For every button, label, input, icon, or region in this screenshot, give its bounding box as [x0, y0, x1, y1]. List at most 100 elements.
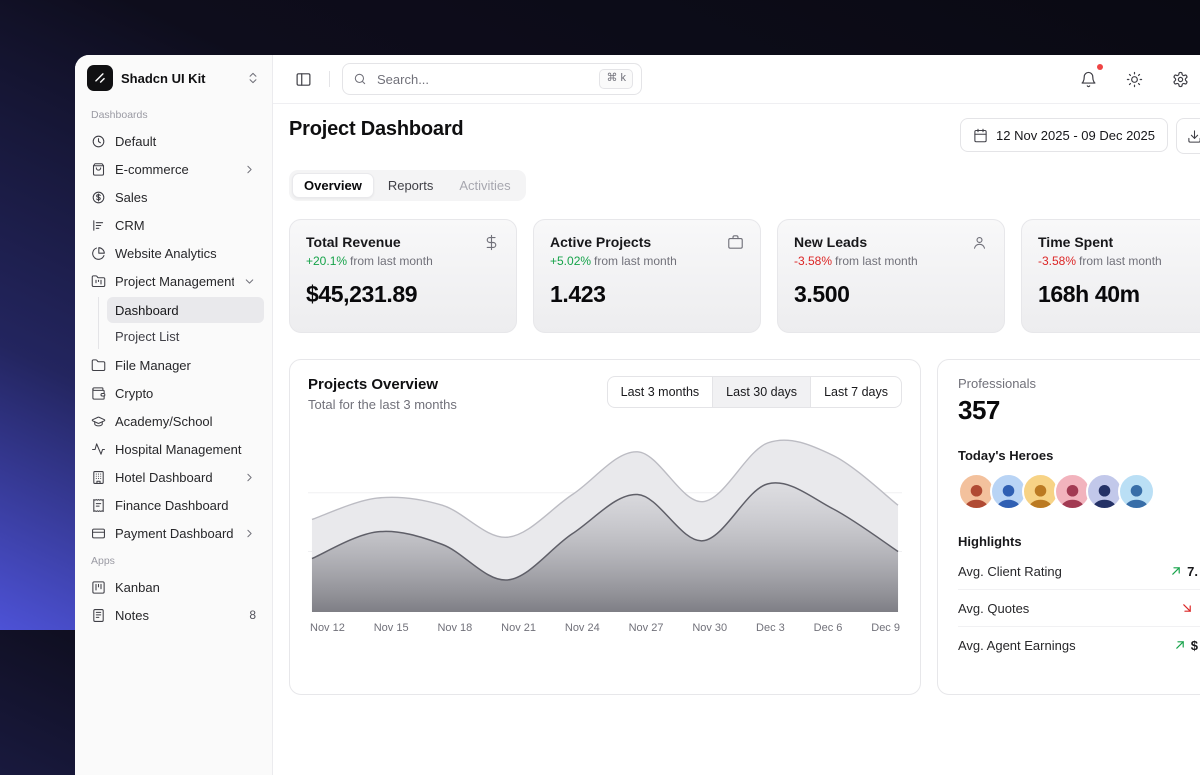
sidebar-item-finance[interactable]: Finance Dashboard [83, 491, 264, 519]
sidebar-item-crm[interactable]: CRM [83, 211, 264, 239]
notifications-button[interactable] [1074, 65, 1102, 93]
professionals-label: Professionals [958, 376, 1200, 391]
chart-title: Projects Overview [308, 376, 457, 393]
chevron-right-icon [243, 527, 256, 540]
x-axis-labels: Nov 12Nov 15Nov 18Nov 21Nov 24Nov 27Nov … [308, 622, 902, 634]
stat-title: Active Projects [550, 234, 727, 250]
header-actions: 12 Nov 2025 - 09 Dec 2025 [960, 118, 1200, 154]
project-management-submenu: Dashboard Project List [98, 297, 264, 349]
page-tabs: Overview Reports Activities [289, 170, 526, 201]
topbar-actions [1074, 65, 1194, 93]
sidebar-item-payment[interactable]: Payment Dashboard [83, 519, 264, 547]
highlight-row-client-rating: Avg. Client Rating 7. [958, 553, 1200, 590]
download-icon [1187, 129, 1200, 144]
trend-down-icon [1180, 601, 1194, 615]
sidebar-group-apps: Apps [83, 547, 264, 573]
app-window: Shadcn UI Kit Dashboards Default E-comme… [75, 55, 1200, 775]
range-last-30-days[interactable]: Last 30 days [712, 377, 810, 407]
chevron-right-icon [243, 163, 256, 176]
sidebar: Shadcn UI Kit Dashboards Default E-comme… [75, 55, 273, 775]
stat-note: from last month [594, 254, 677, 268]
stat-note: from last month [350, 254, 433, 268]
briefcase-icon [727, 234, 744, 251]
range-last-3-months[interactable]: Last 3 months [608, 377, 713, 407]
tab-activities[interactable]: Activities [447, 173, 522, 198]
notes-count-badge: 8 [249, 608, 256, 622]
settings-button[interactable] [1166, 65, 1194, 93]
page-title: Project Dashboard [289, 118, 463, 141]
sidebar-toggle-button[interactable] [289, 65, 317, 93]
stat-value: 168h 40m [1038, 281, 1200, 308]
sidebar-subitem-project-list[interactable]: Project List [107, 323, 264, 349]
calendar-icon [973, 128, 988, 143]
highlights-list: Avg. Client Rating 7. Avg. Quotes [958, 553, 1200, 663]
workspace-switcher[interactable]: Shadcn UI Kit [83, 65, 264, 101]
folder-icon [91, 358, 106, 373]
search-box[interactable]: ⌘ k [342, 63, 642, 95]
x-axis-label: Dec 6 [814, 622, 843, 634]
panel-left-icon [295, 71, 312, 88]
stat-note: from last month [1079, 254, 1162, 268]
bar-chart-icon [91, 218, 106, 233]
trend-up-icon [1169, 564, 1183, 578]
sidebar-subitem-dashboard[interactable]: Dashboard [107, 297, 264, 323]
chevron-right-icon [243, 471, 256, 484]
sidebar-item-hospital[interactable]: Hospital Management [83, 435, 264, 463]
stat-delta: +5.02% [550, 254, 591, 268]
sidebar-item-website-analytics[interactable]: Website Analytics [83, 239, 264, 267]
area-chart: Nov 12Nov 15Nov 18Nov 21Nov 24Nov 27Nov … [308, 428, 902, 634]
search-input[interactable] [375, 71, 591, 88]
stat-delta: +20.1% [306, 254, 347, 268]
activity-icon [91, 442, 106, 457]
app-logo [87, 65, 113, 91]
x-axis-label: Dec 9 [871, 622, 900, 634]
tab-overview[interactable]: Overview [292, 173, 374, 198]
stat-card-time-spent: Time Spent -3.58%from last month 168h 40… [1021, 219, 1200, 333]
graduation-cap-icon [91, 414, 106, 429]
sidebar-item-hotel[interactable]: Hotel Dashboard [83, 463, 264, 491]
stat-card-active-projects: Active Projects +5.02%from last month 1.… [533, 219, 761, 333]
sun-icon [1126, 71, 1143, 88]
x-axis-label: Nov 27 [629, 622, 664, 634]
sidebar-item-project-management[interactable]: Project Management [83, 267, 264, 295]
page-header: Project Dashboard 12 Nov 2025 - 09 Dec 2… [289, 118, 1200, 154]
range-last-7-days[interactable]: Last 7 days [810, 377, 901, 407]
wallet-icon [91, 386, 106, 401]
sidebar-item-academy[interactable]: Academy/School [83, 407, 264, 435]
sidebar-item-ecommerce[interactable]: E-commerce [83, 155, 264, 183]
highlight-row-agent-earnings: Avg. Agent Earnings $ [958, 627, 1200, 663]
x-axis-label: Dec 3 [756, 622, 785, 634]
sidebar-item-kanban[interactable]: Kanban [83, 573, 264, 601]
professionals-count: 357 [958, 395, 1200, 426]
stat-note: from last month [835, 254, 918, 268]
sidebar-item-sales[interactable]: Sales [83, 183, 264, 211]
stat-title: Time Spent [1038, 234, 1200, 250]
highlight-row-quotes: Avg. Quotes [958, 590, 1200, 627]
date-range-label: 12 Nov 2025 - 09 Dec 2025 [996, 128, 1155, 143]
user-icon [971, 234, 988, 251]
avatar [1118, 473, 1155, 510]
sidebar-item-notes[interactable]: Notes 8 [83, 601, 264, 629]
sidebar-item-file-manager[interactable]: File Manager [83, 351, 264, 379]
x-axis-label: Nov 18 [437, 622, 472, 634]
notebook-icon [91, 608, 106, 623]
topbar-divider [329, 71, 330, 87]
theme-toggle-button[interactable] [1120, 65, 1148, 93]
sidebar-item-crypto[interactable]: Crypto [83, 379, 264, 407]
range-segmented-control: Last 3 months Last 30 days Last 7 days [607, 376, 902, 408]
tab-reports[interactable]: Reports [376, 173, 446, 198]
stat-cards: Total Revenue +20.1%from last month $45,… [289, 219, 1200, 333]
sidebar-item-default[interactable]: Default [83, 127, 264, 155]
x-axis-label: Nov 21 [501, 622, 536, 634]
export-button[interactable] [1176, 118, 1200, 154]
clock-icon [91, 134, 106, 149]
building-icon [91, 470, 106, 485]
date-range-button[interactable]: 12 Nov 2025 - 09 Dec 2025 [960, 118, 1168, 152]
bell-icon [1080, 71, 1097, 88]
projects-overview-card: Projects Overview Total for the last 3 m… [289, 359, 921, 695]
highlight-value: 7. [1187, 564, 1198, 579]
stat-card-total-revenue: Total Revenue +20.1%from last month $45,… [289, 219, 517, 333]
stat-delta: -3.58% [794, 254, 832, 268]
folder-kanban-icon [91, 274, 106, 289]
stat-value: 3.500 [794, 281, 988, 308]
